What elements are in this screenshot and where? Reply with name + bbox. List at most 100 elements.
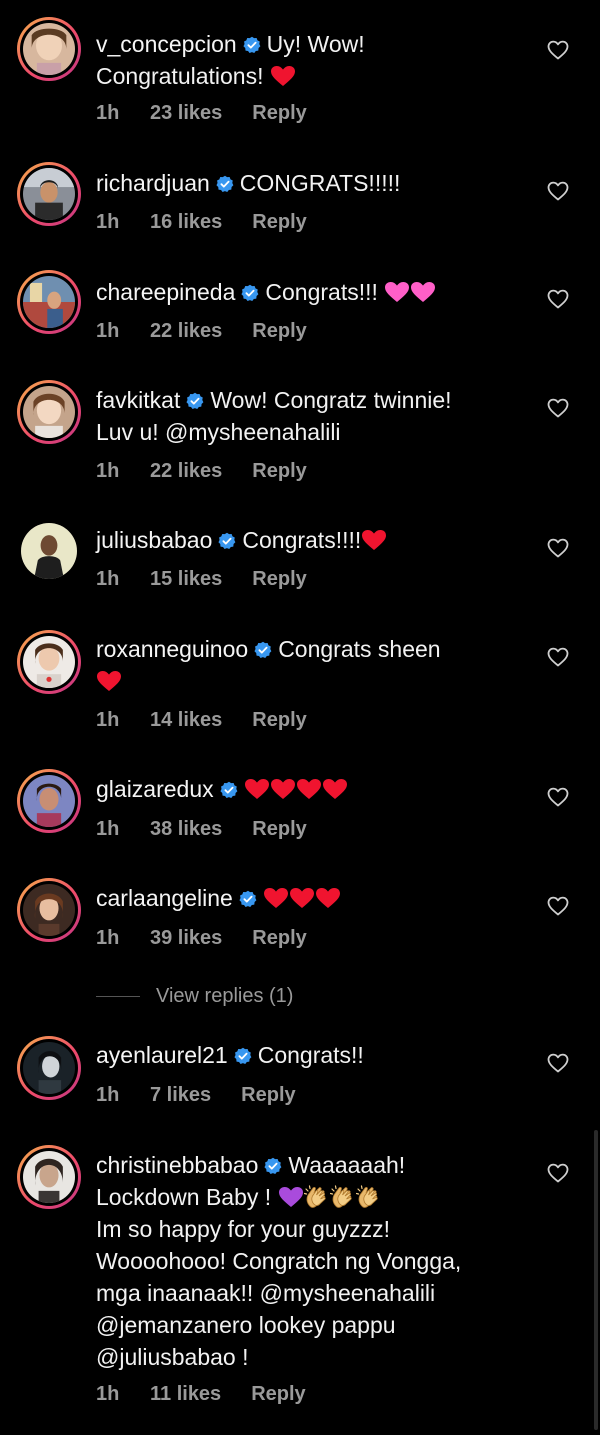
username[interactable]: roxanneguinoo [96, 636, 248, 662]
like-heart-icon[interactable] [547, 647, 569, 667]
timestamp: 1h [96, 320, 120, 342]
comment-text: Congrats!!! [265, 279, 378, 305]
like-heart-icon[interactable] [547, 398, 569, 418]
comment-meta: 1h 11 likes Reply [96, 1382, 306, 1406]
like-count[interactable]: 7 likes [150, 1083, 211, 1107]
username[interactable]: glaizaredux [96, 776, 214, 802]
comment-body: ayenlaurel21 Congrats!! [96, 1039, 536, 1071]
like-heart-icon[interactable] [547, 1163, 569, 1183]
like-heart-icon[interactable] [547, 181, 569, 201]
avatar-photo [23, 386, 75, 438]
avatar-photo [23, 1042, 75, 1094]
comment-text: Wow! Congratz twinnie! [210, 387, 452, 413]
like-count[interactable]: 23 likes [150, 101, 222, 125]
comment-text: Congrats!! [257, 1042, 364, 1068]
reply-button[interactable]: Reply [252, 708, 306, 732]
like-count[interactable]: 38 likes [150, 817, 222, 841]
comment-text: @juliusbabao ! [96, 1344, 249, 1370]
comment-text: Congratulations! [96, 63, 264, 89]
reply-button[interactable]: Reply [252, 567, 306, 591]
reply-button[interactable]: Reply [252, 817, 306, 841]
avatar[interactable] [17, 878, 81, 942]
comment-meta: 1h 38 likes Reply [96, 817, 307, 841]
avatar[interactable] [17, 1145, 81, 1209]
comment-text: Im so happy for your guyzzz! [96, 1216, 391, 1242]
comment-text: CONGRATS!!!!! [239, 170, 401, 196]
comment-body: juliusbabao Congrats!!!! [96, 524, 536, 556]
avatar[interactable] [17, 380, 81, 444]
red-heart-icon [96, 670, 122, 692]
like-heart-icon[interactable] [547, 40, 569, 60]
avatar-photo [23, 636, 75, 688]
username[interactable]: favkitkat [96, 387, 180, 413]
scrollbar[interactable] [594, 1130, 598, 1430]
pink-heart-icon [384, 281, 410, 303]
timestamp: 1h [96, 1383, 120, 1405]
comment-meta: 1h 7 likes Reply [96, 1083, 296, 1107]
red-heart-icon [270, 778, 296, 800]
comment-body: roxanneguinoo Congrats sheen [96, 633, 536, 697]
avatar[interactable] [17, 270, 81, 334]
timestamp: 1h [96, 568, 120, 590]
timestamp: 1h [96, 211, 120, 233]
like-count[interactable]: 22 likes [150, 319, 222, 343]
like-heart-icon[interactable] [547, 896, 569, 916]
timestamp: 1h [96, 818, 120, 840]
like-count[interactable]: 15 likes [150, 567, 222, 591]
username[interactable]: ayenlaurel21 [96, 1042, 228, 1068]
avatar[interactable] [17, 17, 81, 81]
red-heart-icon [270, 65, 296, 87]
username[interactable]: juliusbabao [96, 527, 212, 553]
username[interactable]: v_concepcion [96, 31, 237, 57]
red-heart-icon [322, 778, 348, 800]
comment-meta: 1h 23 likes Reply [96, 101, 307, 125]
avatar[interactable] [17, 630, 81, 694]
username[interactable]: chareepineda [96, 279, 235, 305]
view-replies-label: View replies (1) [156, 984, 294, 1007]
comment-text: Congrats sheen [278, 636, 441, 662]
like-heart-icon[interactable] [547, 787, 569, 807]
username[interactable]: carlaangeline [96, 885, 233, 911]
clapping-hands-icon [356, 1185, 382, 1209]
verified-badge-icon [186, 392, 204, 410]
like-heart-icon[interactable] [547, 1053, 569, 1073]
reply-button[interactable]: Reply [241, 1083, 295, 1107]
view-replies-button[interactable]: View replies (1) [96, 983, 293, 1009]
red-heart-icon [315, 887, 341, 909]
red-heart-icon [361, 529, 387, 551]
avatar[interactable] [17, 769, 81, 833]
username[interactable]: christinebbabao [96, 1152, 258, 1178]
comment-text: Luv u! @mysheenahalili [96, 419, 341, 445]
comment-body: carlaangeline [96, 882, 536, 914]
verified-badge-icon [234, 1047, 252, 1065]
like-count[interactable]: 22 likes [150, 459, 222, 483]
avatar[interactable] [17, 162, 81, 226]
reply-button[interactable]: Reply [252, 926, 306, 950]
reply-button[interactable]: Reply [252, 459, 306, 483]
comment-body: glaizaredux [96, 773, 536, 805]
reply-button[interactable]: Reply [252, 210, 306, 234]
comment-meta: 1h 16 likes Reply [96, 210, 307, 234]
reply-button[interactable]: Reply [252, 319, 306, 343]
like-heart-icon[interactable] [547, 538, 569, 558]
like-heart-icon[interactable] [547, 289, 569, 309]
comment-text: Uy! Wow! [266, 31, 365, 57]
like-count[interactable]: 16 likes [150, 210, 222, 234]
comment-text: @jemanzanero lookey pappu [96, 1312, 396, 1338]
divider [96, 995, 140, 997]
like-count[interactable]: 14 likes [150, 708, 222, 732]
comment-body: v_concepcion Uy! Wow! Congratulations! [96, 28, 536, 92]
avatar[interactable] [21, 523, 77, 579]
verified-badge-icon [216, 175, 234, 193]
verified-badge-icon [239, 890, 257, 908]
timestamp: 1h [96, 460, 120, 482]
clapping-hands-icon [330, 1185, 356, 1209]
username[interactable]: richardjuan [96, 170, 210, 196]
like-count[interactable]: 39 likes [150, 926, 222, 950]
red-heart-icon [289, 887, 315, 909]
reply-button[interactable]: Reply [251, 1382, 305, 1406]
avatar[interactable] [17, 1036, 81, 1100]
like-count[interactable]: 11 likes [150, 1382, 221, 1406]
reply-button[interactable]: Reply [252, 101, 306, 125]
avatar-photo [23, 168, 75, 220]
